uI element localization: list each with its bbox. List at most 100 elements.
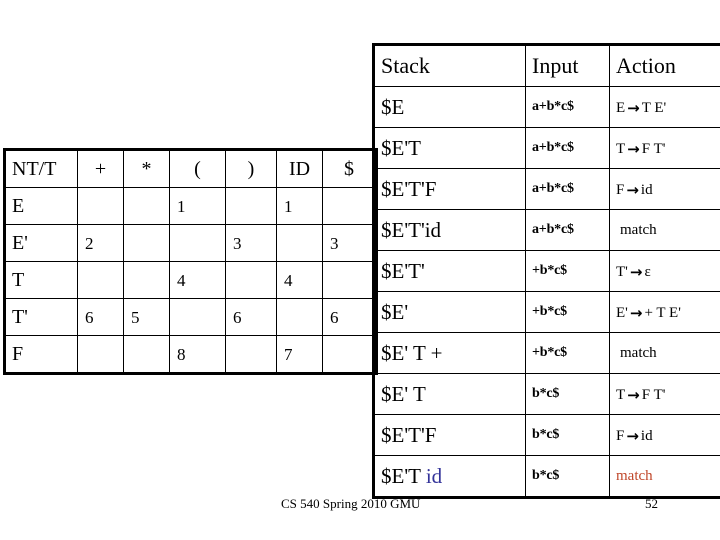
parse-table-header-star: * — [123, 149, 170, 188]
parse-table-cell — [77, 335, 124, 374]
parse-table-cell: 3 — [322, 224, 377, 262]
trace-action-cell: match — [609, 332, 720, 374]
trace-header-action: Action — [609, 44, 720, 87]
parse-table-cell — [322, 335, 377, 374]
parse-table-header-rparen: ) — [225, 149, 277, 188]
trace-row-highlighted: $E'T id b*c$ match — [373, 455, 720, 498]
right-arrow-icon: → — [627, 139, 640, 158]
parse-table-row: T' 6 5 6 6 — [4, 298, 377, 336]
parse-table-cell: 1 — [276, 187, 323, 225]
parse-table-cell: 6 — [77, 298, 124, 336]
parse-table-header-lparen: ( — [169, 149, 226, 188]
trace-input-cell: b*c$ — [525, 373, 610, 415]
trace-header-stack: Stack — [373, 44, 526, 87]
trace-row: $E a+b*c$ E → T E' — [373, 86, 720, 128]
parse-table-cell: 4 — [169, 261, 226, 299]
parse-table-row: F 8 7 — [4, 335, 377, 374]
trace-row: $E' +b*c$ E' → + T E' — [373, 291, 720, 333]
action-rhs: match — [616, 467, 653, 484]
action-lhs: E' — [616, 304, 628, 321]
trace-action-cell: T' → ε — [609, 250, 720, 292]
trace-stack-cell: $E'T' — [373, 250, 526, 292]
trace-stack-cell: $E' T + — [373, 332, 526, 374]
parse-table-row-label: F — [4, 335, 78, 374]
trace-input-cell: a+b*c$ — [525, 86, 610, 128]
trace-row: $E'T' +b*c$ T' → ε — [373, 250, 720, 292]
trace-stack-text: $E'T — [381, 463, 426, 488]
action-lhs: F — [616, 181, 625, 198]
trace-action-cell: match — [609, 209, 720, 251]
parse-table-cell — [276, 298, 323, 336]
trace-row: $E'T a+b*c$ T → F T' — [373, 127, 720, 169]
trace-input-cell: +b*c$ — [525, 332, 610, 374]
parse-table-row: E' 2 3 3 — [4, 224, 377, 262]
trace-input-cell: a+b*c$ — [525, 209, 610, 251]
right-arrow-icon: → — [629, 262, 643, 281]
action-rhs: match — [620, 221, 657, 238]
trace-action-cell: match — [609, 455, 720, 498]
action-rhs: T E' — [641, 99, 667, 116]
trace-row: $E'T'id a+b*c$ match — [373, 209, 720, 251]
parse-table-header-dollar: $ — [322, 149, 377, 188]
parse-table-cell — [225, 335, 277, 374]
parse-table-cell: 3 — [225, 224, 277, 262]
parse-table-cell: 5 — [123, 298, 170, 336]
parse-table-cell — [276, 224, 323, 262]
trace-stack-cell: $E' T — [373, 373, 526, 415]
trace-action-cell: T → F T' — [609, 127, 720, 169]
trace-stack-cell: $E'T — [373, 127, 526, 169]
action-rhs: ε — [644, 263, 651, 280]
parse-table-header-plus: + — [77, 149, 124, 188]
trace-row: $E' T b*c$ T → F T' — [373, 373, 720, 415]
parse-table-header-row: NT/T + * ( ) ID $ — [4, 149, 377, 188]
parse-trace-table: Stack Input Action $E a+b*c$ E → T E' $E'T… — [372, 43, 720, 499]
action-rhs: id — [640, 427, 653, 444]
parse-table-cell: 7 — [276, 335, 323, 374]
parse-table-cell: 6 — [322, 298, 377, 336]
parse-table-header-nt: NT/T — [4, 149, 78, 188]
action-lhs: T — [616, 386, 626, 403]
right-arrow-icon: → — [626, 426, 639, 445]
parse-table-cell — [169, 224, 226, 262]
right-arrow-icon: → — [626, 180, 639, 199]
trace-stack-cell: $E'T'id — [373, 209, 526, 251]
trace-input-cell: a+b*c$ — [525, 127, 610, 169]
trace-action-cell: F → id — [609, 168, 720, 210]
parse-table-cell: 4 — [276, 261, 323, 299]
parse-table-cell — [123, 224, 170, 262]
action-lhs: E — [616, 99, 626, 116]
trace-row: $E'T'F b*c$ F → id — [373, 414, 720, 456]
right-arrow-icon: → — [627, 385, 640, 404]
trace-header-input: Input — [525, 44, 610, 87]
parse-table-cell: 2 — [77, 224, 124, 262]
parse-table-cell — [322, 187, 377, 225]
trace-stack-highlight: id — [425, 463, 443, 488]
footer-credit: CS 540 Spring 2010 GMU — [281, 496, 421, 511]
trace-input-cell: b*c$ — [525, 414, 610, 456]
action-rhs: + T E' — [644, 304, 681, 321]
trace-input-cell: +b*c$ — [525, 291, 610, 333]
trace-input-cell: a+b*c$ — [525, 168, 610, 210]
parse-table-header-id: ID — [276, 149, 323, 188]
trace-action-cell: E' → + T E' — [609, 291, 720, 333]
right-arrow-icon: → — [629, 303, 643, 322]
action-lhs: F — [616, 427, 625, 444]
parse-table-cell: 1 — [169, 187, 226, 225]
action-rhs: F T' — [641, 386, 666, 403]
parse-table-row: T 4 4 — [4, 261, 377, 299]
parse-table-cell — [123, 187, 170, 225]
trace-stack-cell: $E' — [373, 291, 526, 333]
parse-table-cell — [169, 298, 226, 336]
trace-action-cell: F → id — [609, 414, 720, 456]
action-rhs: match — [620, 344, 657, 361]
parse-table-cell — [77, 187, 124, 225]
parse-table-row-label: T — [4, 261, 78, 299]
parse-table-cell: 8 — [169, 335, 226, 374]
parse-table-row-label: E — [4, 187, 78, 225]
trace-stack-cell: $E'T id — [373, 455, 526, 498]
trace-action-cell: T → F T' — [609, 373, 720, 415]
trace-row: $E'T'F a+b*c$ F → id — [373, 168, 720, 210]
parse-table-cell — [123, 335, 170, 374]
right-arrow-icon: → — [627, 98, 640, 117]
parse-table-row: E 1 1 — [4, 187, 377, 225]
